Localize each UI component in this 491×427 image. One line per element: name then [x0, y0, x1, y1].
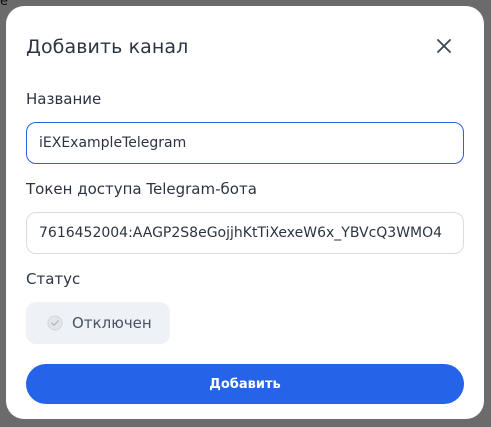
token-label: Токен доступа Telegram-бота: [26, 180, 257, 198]
bot-token-input[interactable]: [26, 212, 464, 254]
name-input[interactable]: [26, 122, 464, 164]
close-icon: [437, 39, 451, 53]
background-text-fragment: e: [0, 0, 8, 9]
add-channel-dialog: Добавить канал Название Токен доступа Te…: [6, 6, 484, 419]
close-button[interactable]: [432, 34, 456, 58]
status-value: Отключен: [72, 314, 152, 332]
status-label: Статус: [26, 270, 81, 288]
name-label: Название: [26, 90, 102, 108]
add-button[interactable]: Добавить: [26, 364, 464, 404]
check-circle-icon: [47, 315, 63, 331]
dialog-title: Добавить канал: [26, 36, 189, 58]
status-toggle-button[interactable]: Отключен: [26, 302, 170, 344]
